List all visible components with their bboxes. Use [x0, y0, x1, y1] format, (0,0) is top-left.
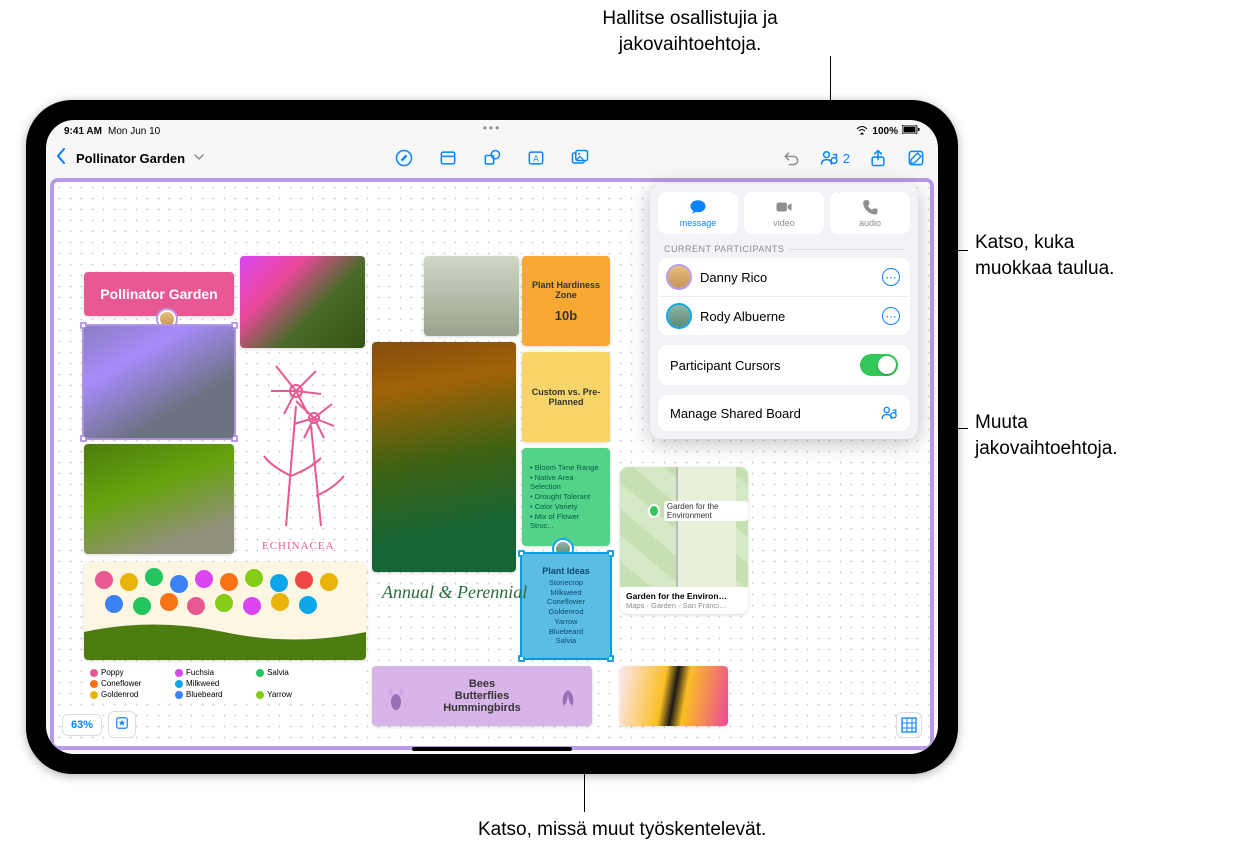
manage-label: Manage Shared Board	[670, 406, 801, 421]
svg-text:A: A	[533, 153, 539, 163]
zoom-controls: 63%	[62, 711, 136, 738]
status-date: Mon Jun 10	[108, 126, 160, 137]
sticky-plant-ideas[interactable]: Plant Ideas Stonecrop Milkweed Coneflowe…	[522, 554, 610, 658]
photo-hummingbird[interactable]	[424, 256, 519, 336]
photo-flower-bed[interactable]	[372, 342, 516, 572]
share-icon[interactable]	[868, 148, 888, 168]
toolbar-right: 2	[781, 148, 926, 168]
photo-garden-bed[interactable]	[84, 444, 234, 554]
sticky-tool-icon[interactable]	[438, 148, 458, 168]
shape-tool-icon[interactable]	[482, 148, 502, 168]
toolbar-center: A	[394, 148, 590, 168]
toggle-on[interactable]	[860, 354, 898, 376]
participant-row[interactable]: Danny Rico ⋯	[658, 258, 910, 297]
map-pin: Garden for the Environment	[648, 501, 748, 521]
app-toolbar: Pollinator Garden A 2	[46, 140, 938, 176]
callout-manage: Muuta jakovaihtoehtoja.	[975, 410, 1118, 461]
echinacea-label: ECHINACEA	[262, 540, 335, 552]
participant-more-icon[interactable]: ⋯	[882, 307, 900, 325]
audio-button[interactable]: audio	[830, 192, 910, 234]
callout-participants: Katso, kuka muokkaa taulua.	[975, 230, 1114, 281]
photo-butterfly[interactable]	[240, 256, 365, 348]
photo-bee-closeup[interactable]	[620, 666, 728, 726]
sticky-custom[interactable]: Custom vs. Pre-Planned	[522, 352, 610, 442]
participant-list: Danny Rico ⋯ Rody Albuerne ⋯	[658, 258, 910, 335]
home-indicator[interactable]	[412, 747, 572, 751]
freeform-canvas[interactable]: Pollinator Garden Plant Hardiness Zone 1…	[50, 178, 934, 750]
participant-row[interactable]: Rody Albuerne ⋯	[658, 297, 910, 335]
new-board-icon[interactable]	[906, 148, 926, 168]
message-button[interactable]: message	[658, 192, 738, 234]
ideas-title: Plant Ideas	[542, 566, 590, 576]
annual-perennial-text[interactable]: Annual & Perennial	[382, 582, 527, 603]
avatar	[668, 266, 690, 288]
back-button[interactable]	[56, 148, 66, 169]
participant-name: Rody Albuerne	[700, 309, 872, 324]
title-menu-chevron[interactable]	[194, 152, 204, 164]
callout-cursors: Katso, missä muut työskentelevät.	[478, 817, 766, 843]
navigator-button[interactable]	[896, 712, 922, 738]
battery-icon	[902, 125, 920, 137]
title-sticky[interactable]: Pollinator Garden	[84, 272, 234, 316]
map-card[interactable]: Garden for the Environment Garden for th…	[620, 467, 748, 614]
echinacea-sketch[interactable]	[236, 346, 368, 546]
screen: ••• 9:41 AM Mon Jun 10 100% Pollinator G…	[46, 120, 938, 754]
callout-top: Hallitse osallistujia ja jakovaihtoehtoj…	[560, 6, 820, 57]
battery-pct: 100%	[872, 126, 898, 137]
planting-diagram[interactable]	[84, 562, 366, 660]
multitask-ellipsis[interactable]: •••	[483, 121, 502, 135]
map-subtitle: Maps · Garden · San Franci…	[626, 601, 742, 610]
avatar	[668, 305, 690, 327]
sticky-pollinators[interactable]: Bees Butterflies Hummingbirds	[372, 666, 592, 726]
bees-label: Bees Butterflies Hummingbirds	[443, 678, 521, 714]
cursors-label: Participant Cursors	[670, 358, 781, 373]
manage-shared-board[interactable]: Manage Shared Board	[658, 395, 910, 431]
hardiness-label: Plant Hardiness Zone	[528, 280, 604, 300]
participant-cursors-toggle[interactable]: Participant Cursors	[658, 345, 910, 385]
sticky-hardiness[interactable]: Plant Hardiness Zone 10b	[522, 256, 610, 346]
wifi-icon	[856, 125, 868, 138]
status-time: 9:41 AM	[64, 126, 102, 137]
ipad-frame: ••• 9:41 AM Mon Jun 10 100% Pollinator G…	[26, 100, 958, 774]
media-tool-icon[interactable]	[570, 148, 590, 168]
collaboration-popover: message video audio CURRENT PARTICIPANTS…	[650, 184, 918, 439]
pen-tool-icon[interactable]	[394, 148, 414, 168]
plant-legend[interactable]: Poppy Fuchsia Salvia Coneflower Milkweed…	[84, 664, 366, 703]
participant-name: Danny Rico	[700, 270, 872, 285]
map-title: Garden for the Environ…	[626, 591, 742, 601]
favorites-button[interactable]	[108, 711, 136, 738]
collaboration-button[interactable]: 2	[819, 148, 850, 168]
undo-icon[interactable]	[781, 148, 801, 168]
participants-section-label: CURRENT PARTICIPANTS	[664, 244, 904, 254]
collaboration-icon	[880, 404, 898, 422]
text-tool-icon[interactable]: A	[526, 148, 546, 168]
participant-more-icon[interactable]: ⋯	[882, 268, 900, 286]
sticky-bloom[interactable]: Bloom Time Range Native Area Selection D…	[522, 448, 610, 546]
bloom-list: Bloom Time Range Native Area Selection D…	[530, 463, 602, 531]
document-title[interactable]: Pollinator Garden	[76, 151, 185, 166]
collab-count: 2	[843, 151, 850, 166]
zoom-level[interactable]: 63%	[62, 714, 102, 736]
video-button[interactable]: video	[744, 192, 824, 234]
title-sticky-label: Pollinator Garden	[100, 286, 217, 302]
custom-label: Custom vs. Pre-Planned	[528, 387, 604, 407]
photo-bee-lavender[interactable]	[84, 326, 234, 438]
hardiness-value: 10b	[555, 308, 577, 323]
